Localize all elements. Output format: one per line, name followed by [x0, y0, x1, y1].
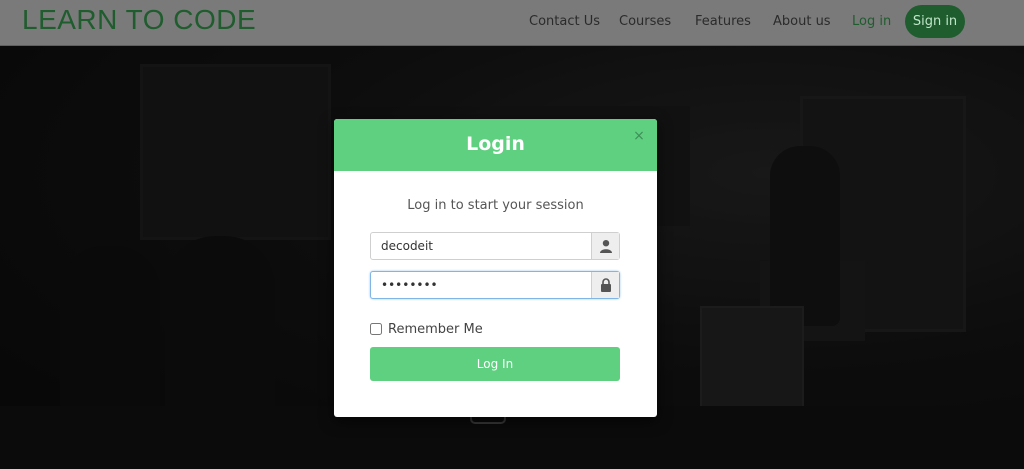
username-field: [370, 232, 620, 260]
user-icon: [591, 233, 619, 259]
lock-icon: [591, 272, 619, 298]
username-input[interactable]: [371, 233, 593, 259]
nav-about-us[interactable]: About us: [773, 14, 831, 29]
login-modal: Login × Log in to start your session Rem…: [334, 119, 657, 417]
modal-header: Login ×: [334, 119, 657, 171]
sign-in-button[interactable]: Sign in: [905, 5, 965, 38]
password-input[interactable]: [371, 272, 593, 298]
remember-me[interactable]: Remember Me: [370, 320, 483, 338]
nav-courses[interactable]: Courses: [619, 14, 671, 29]
modal-subtitle: Log in to start your session: [407, 198, 584, 213]
modal-title: Login: [466, 133, 525, 155]
password-field: [370, 271, 620, 299]
remember-me-checkbox[interactable]: [370, 323, 382, 335]
top-navbar: LEARN TO CODE Contact Us Courses Feature…: [0, 0, 1024, 46]
login-button[interactable]: Log In: [370, 347, 620, 381]
nav-features[interactable]: Features: [695, 14, 751, 29]
brand-logo-text[interactable]: LEARN TO CODE: [22, 4, 256, 36]
nav-login[interactable]: Log in: [852, 14, 891, 29]
remember-me-label: Remember Me: [388, 321, 483, 337]
nav-contact-us[interactable]: Contact Us: [529, 14, 600, 29]
close-icon[interactable]: ×: [631, 128, 647, 144]
